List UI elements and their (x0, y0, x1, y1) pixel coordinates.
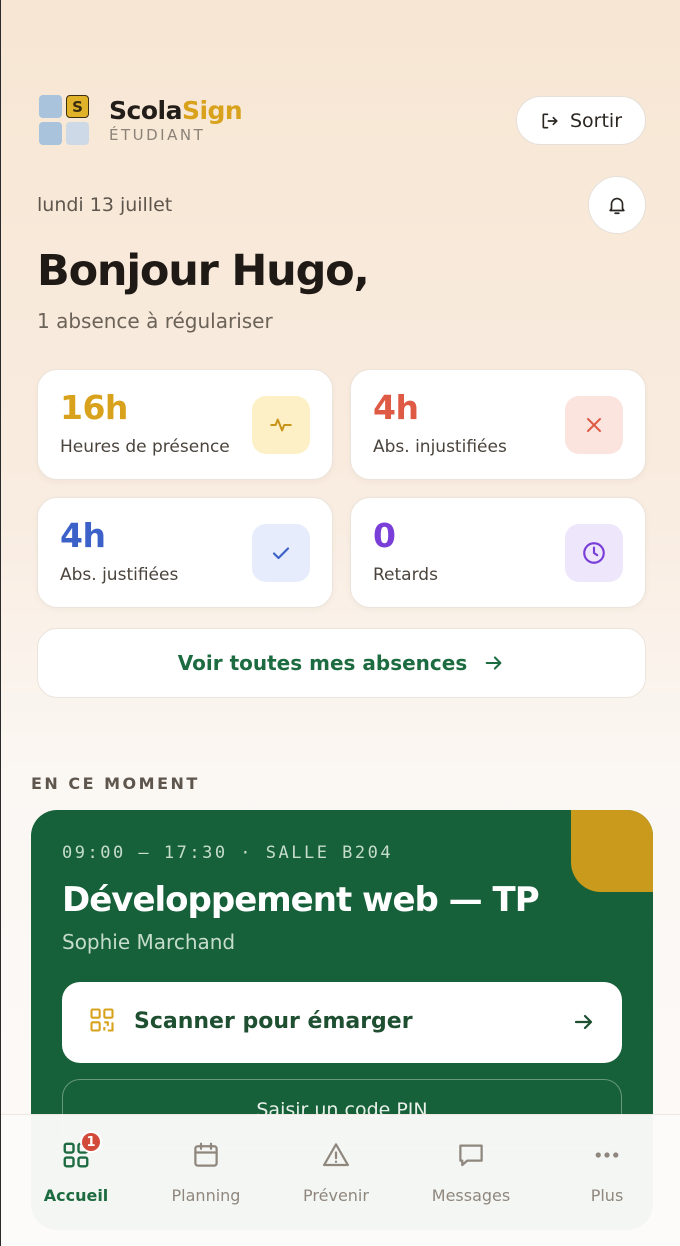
calendar-icon (190, 1139, 222, 1171)
class-title: Développement web — TP (62, 880, 540, 920)
nav-item-prevenir[interactable]: Prévenir (296, 1115, 376, 1246)
arrow-right-icon (574, 1014, 593, 1030)
nav-item-accueil[interactable]: 1 Accueil (36, 1115, 116, 1246)
notifications-button[interactable] (588, 176, 646, 234)
more-icon (591, 1139, 623, 1171)
stat-value: 16h (60, 388, 128, 427)
page-title: Bonjour Hugo, (37, 246, 370, 296)
pulse-icon (252, 396, 310, 454)
stat-card-presence[interactable]: 16h Heures de présence (37, 369, 333, 480)
section-title: EN CE MOMENT (31, 774, 200, 793)
nav-label: Planning (171, 1186, 241, 1205)
brand-subtitle: ÉTUDIANT (109, 126, 206, 144)
stat-label: Heures de présence (60, 437, 230, 457)
view-all-absences-label: Voir toutes mes absences (177, 651, 468, 675)
logout-button[interactable]: Sortir (516, 96, 646, 145)
nav-label: Accueil (43, 1186, 109, 1205)
view-all-absences-button[interactable]: Voir toutes mes absences (37, 628, 646, 698)
logo-letter: S (66, 95, 89, 118)
stat-label: Abs. injustifiées (373, 437, 507, 457)
brand-name: ScolaSign (109, 96, 243, 125)
logout-icon (542, 113, 558, 128)
notification-badge: 1 (80, 1131, 102, 1153)
logout-label: Sortir (569, 109, 623, 132)
warning-icon (320, 1139, 352, 1171)
close-icon (565, 396, 623, 454)
nav-item-plus[interactable]: Plus (567, 1115, 647, 1246)
absence-summary: 1 absence à régulariser (37, 309, 273, 333)
app-logo: S (39, 95, 91, 147)
arrow-right-icon (485, 656, 502, 670)
message-icon (455, 1139, 487, 1171)
nav-label: Messages (431, 1186, 511, 1205)
stat-card-justified[interactable]: 4h Abs. justifiées (37, 497, 333, 608)
clock-icon (565, 524, 623, 582)
stat-label: Retards (373, 565, 438, 585)
stat-card-unjustified[interactable]: 4h Abs. injustifiées (350, 369, 646, 480)
scan-label: Scanner pour émarger (134, 1009, 413, 1034)
nav-label: Prévenir (303, 1186, 369, 1205)
nav-item-messages[interactable]: Messages (426, 1115, 516, 1246)
bell-icon (609, 197, 625, 215)
stat-card-delays[interactable]: 0 Retards (350, 497, 646, 608)
brand: ScolaSign ÉTUDIANT (109, 96, 243, 144)
stat-value: 0 (373, 516, 396, 555)
current-date: lundi 13 juillet (37, 194, 173, 216)
qr-code-icon (90, 1008, 114, 1032)
app-screen: S ScolaSign ÉTUDIANT Sortir lundi 13 jui… (0, 0, 680, 1246)
stat-value: 4h (60, 516, 106, 555)
card-corner-accent (571, 810, 653, 892)
check-icon (252, 524, 310, 582)
scan-button[interactable]: Scanner pour émarger (62, 982, 622, 1063)
nav-label: Plus (590, 1186, 624, 1205)
stat-label: Abs. justifiées (60, 565, 179, 585)
grid-icon: 1 (60, 1131, 102, 1171)
nav-item-planning[interactable]: Planning (166, 1115, 246, 1246)
bottom-navigation: 1 Accueil Planning Prévenir Messages Plu… (1, 1114, 680, 1246)
stat-value: 4h (373, 388, 419, 427)
class-teacher: Sophie Marchand (62, 930, 236, 954)
class-time: 09:00 — 17:30 · SALLE B204 (62, 843, 394, 863)
